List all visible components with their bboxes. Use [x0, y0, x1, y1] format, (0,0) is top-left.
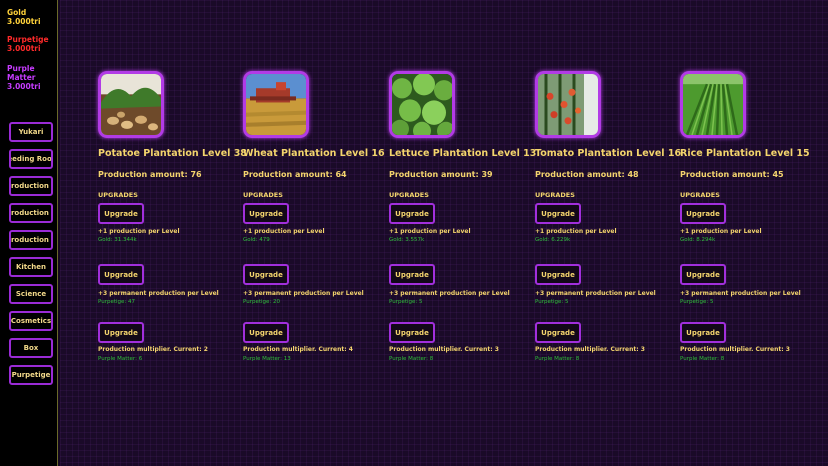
upgrade-permanent-button[interactable]: Upgrade	[243, 264, 289, 285]
purpetige-value: 3.000tri	[7, 44, 41, 53]
plantation-card-lettuce: Lettuce Plantation Level 13 Production a…	[389, 0, 536, 466]
purpetige-counter: Purpetige 3.000tri	[7, 35, 49, 53]
upgrade-description: Production multiplier. Current: 2	[98, 346, 208, 353]
upgrade-description: Production multiplier. Current: 3	[680, 346, 790, 353]
plantation-card-rice: Rice Plantation Level 15 Production amou…	[680, 0, 820, 466]
plantation-title: Tomato Plantation Level 16	[535, 148, 682, 159]
lettuce-icon	[389, 71, 455, 138]
upgrade-description: +1 production per Level	[535, 228, 617, 235]
upgrade-description: +1 production per Level	[98, 228, 180, 235]
upgrade-cost: Gold: 8.294k	[680, 237, 716, 243]
upgrade-multiplier-button[interactable]: Upgrade	[535, 322, 581, 343]
production-panel: Potatoe Plantation Level 38 Production a…	[60, 0, 828, 466]
upgrades-heading: UPGRADES	[389, 191, 429, 199]
upgrade-production-button[interactable]: Upgrade	[98, 203, 144, 224]
nav-kitchen-button[interactable]: Kitchen	[9, 257, 53, 277]
upgrade-multiplier-button[interactable]: Upgrade	[243, 322, 289, 343]
upgrade-description: +1 production per Level	[243, 228, 325, 235]
nav-cosmetics-button[interactable]: Cosmetics	[9, 311, 53, 331]
production-amount: Production amount: 76	[98, 170, 202, 179]
upgrade-production-button[interactable]: Upgrade	[535, 203, 581, 224]
upgrade-description: Production multiplier. Current: 3	[535, 346, 645, 353]
nav-production-1-button[interactable]: Production 1	[9, 176, 53, 196]
nav-feeding-room-button[interactable]: Feeding Room	[9, 149, 53, 169]
upgrade-description: +3 permanent production per Level	[389, 290, 510, 297]
plantation-title: Lettuce Plantation Level 13	[389, 148, 537, 159]
upgrade-multiplier-button[interactable]: Upgrade	[389, 322, 435, 343]
upgrade-cost: Gold: 3.557k	[389, 237, 425, 243]
purpetige-label: Purpetige	[7, 35, 49, 44]
nav-science-button[interactable]: Science	[9, 284, 53, 304]
upgrade-description: +1 production per Level	[680, 228, 762, 235]
upgrades-heading: UPGRADES	[98, 191, 138, 199]
upgrade-description: Production multiplier. Current: 3	[389, 346, 499, 353]
upgrade-permanent-button[interactable]: Upgrade	[389, 264, 435, 285]
upgrade-cost: Purple Matter: 8	[535, 356, 580, 362]
upgrade-description: +3 permanent production per Level	[535, 290, 656, 297]
upgrade-permanent-button[interactable]: Upgrade	[680, 264, 726, 285]
upgrade-description: +3 permanent production per Level	[680, 290, 801, 297]
upgrades-heading: UPGRADES	[680, 191, 720, 199]
plantation-card-wheat: Wheat Plantation Level 16 Production amo…	[243, 0, 385, 466]
upgrade-description: +3 permanent production per Level	[243, 290, 364, 297]
sidebar: Gold 3.000tri Purpetige 3.000tri Purple …	[0, 0, 58, 466]
production-amount: Production amount: 45	[680, 170, 784, 179]
gold-value: 3.000tri	[7, 17, 41, 26]
purple-matter-value: 3.000tri	[7, 82, 41, 91]
upgrade-cost: Purpetige: 5	[535, 299, 569, 305]
wheat-icon	[243, 71, 309, 138]
upgrades-heading: UPGRADES	[243, 191, 283, 199]
plantation-title: Potatoe Plantation Level 38	[98, 148, 247, 159]
plantation-title: Rice Plantation Level 15	[680, 148, 810, 159]
production-amount: Production amount: 39	[389, 170, 493, 179]
upgrade-cost: Purpetige: 47	[98, 299, 136, 305]
upgrade-multiplier-button[interactable]: Upgrade	[98, 322, 144, 343]
gold-label: Gold	[7, 8, 27, 17]
nav-yukari-button[interactable]: Yukari	[9, 122, 53, 142]
upgrade-description: Production multiplier. Current: 4	[243, 346, 353, 353]
tomato-icon	[535, 71, 601, 138]
upgrade-description: +1 production per Level	[389, 228, 471, 235]
upgrade-cost: Gold: 479	[243, 237, 270, 243]
upgrade-production-button[interactable]: Upgrade	[243, 203, 289, 224]
potato-icon	[98, 71, 164, 138]
production-amount: Production amount: 64	[243, 170, 347, 179]
upgrades-heading: UPGRADES	[535, 191, 575, 199]
plantation-card-tomato: Tomato Plantation Level 16 Production am…	[535, 0, 681, 466]
nav-box-button[interactable]: Box	[9, 338, 53, 358]
upgrade-production-button[interactable]: Upgrade	[389, 203, 435, 224]
upgrade-cost: Gold: 6.229k	[535, 237, 571, 243]
upgrade-cost: Purple Matter: 8	[389, 356, 434, 362]
upgrade-multiplier-button[interactable]: Upgrade	[680, 322, 726, 343]
upgrade-cost: Purple Matter: 13	[243, 356, 291, 362]
gold-counter: Gold 3.000tri	[7, 8, 41, 26]
nav-purpetige-button[interactable]: Purpetige	[9, 365, 53, 385]
upgrade-description: +3 permanent production per Level	[98, 290, 219, 297]
purple-matter-counter: Purple Matter 3.000tri	[7, 64, 57, 91]
production-amount: Production amount: 48	[535, 170, 639, 179]
upgrade-cost: Purpetige: 5	[680, 299, 714, 305]
upgrade-cost: Gold: 31.344k	[98, 237, 137, 243]
plantation-title: Wheat Plantation Level 16	[243, 148, 385, 159]
upgrade-cost: Purpetige: 20	[243, 299, 281, 305]
upgrade-permanent-button[interactable]: Upgrade	[98, 264, 144, 285]
nav-production-3-button[interactable]: Production 3	[9, 230, 53, 250]
nav-production-2-button[interactable]: Production 2	[9, 203, 53, 223]
upgrade-cost: Purple Matter: 8	[680, 356, 725, 362]
plantation-card-potato: Potatoe Plantation Level 38 Production a…	[98, 0, 247, 466]
upgrade-permanent-button[interactable]: Upgrade	[535, 264, 581, 285]
upgrade-production-button[interactable]: Upgrade	[680, 203, 726, 224]
rice-icon	[680, 71, 746, 138]
upgrade-cost: Purple Matter: 6	[98, 356, 143, 362]
purple-matter-label: Purple Matter	[7, 64, 36, 82]
upgrade-cost: Purpetige: 5	[389, 299, 423, 305]
